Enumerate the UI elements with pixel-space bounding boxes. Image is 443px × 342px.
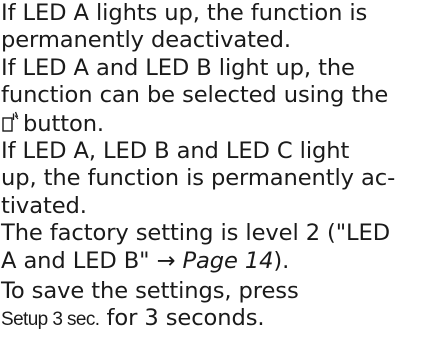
- text-fragment: for 3 seconds.: [99, 305, 265, 332]
- text-fragment: button.: [23, 110, 105, 137]
- button-press-icon: [2, 111, 19, 132]
- text-line: If LED A lights up, the function is: [1, 0, 368, 26]
- paragraph-led-a: If LED A lights up, the function is perm…: [1, 0, 441, 55]
- text-line: If LED A, LED B and LED C light: [1, 138, 350, 165]
- paragraph-factory-setting: The factory setting is level 2 ("LED A a…: [1, 220, 441, 275]
- text-line: To save the settings, press: [1, 278, 299, 305]
- text-line: The factory setting is level 2 ("LED: [1, 220, 391, 247]
- paragraph-led-a-b: If LED A and LED B light up, the functio…: [1, 55, 441, 138]
- document-body: If LED A lights up, the function is perm…: [1, 0, 441, 334]
- text-fragment: A and LED B" →: [1, 247, 183, 274]
- text-line: function can be selected using the: [1, 82, 389, 109]
- paragraph-led-a-b-c: If LED A, LED B and LED C light up, the …: [1, 138, 441, 220]
- setup-button-label: Setup 3 sec.: [1, 309, 100, 331]
- page-reference-link[interactable]: Page 14: [182, 248, 273, 274]
- text-line: up, the function is permanently ac-: [1, 165, 396, 192]
- text-line: permanently deactivated.: [1, 27, 291, 54]
- text-line: A and LED B" → Page 14).: [1, 248, 441, 275]
- text-line: tivated.: [1, 192, 87, 219]
- text-line: button.: [1, 110, 441, 138]
- text-fragment: ).: [273, 247, 290, 274]
- text-line: Setup 3 sec. for 3 seconds.: [1, 305, 441, 333]
- paragraph-save-settings: To save the settings, press Setup 3 sec.…: [1, 278, 441, 334]
- text-line: If LED A and LED B light up, the: [1, 54, 355, 81]
